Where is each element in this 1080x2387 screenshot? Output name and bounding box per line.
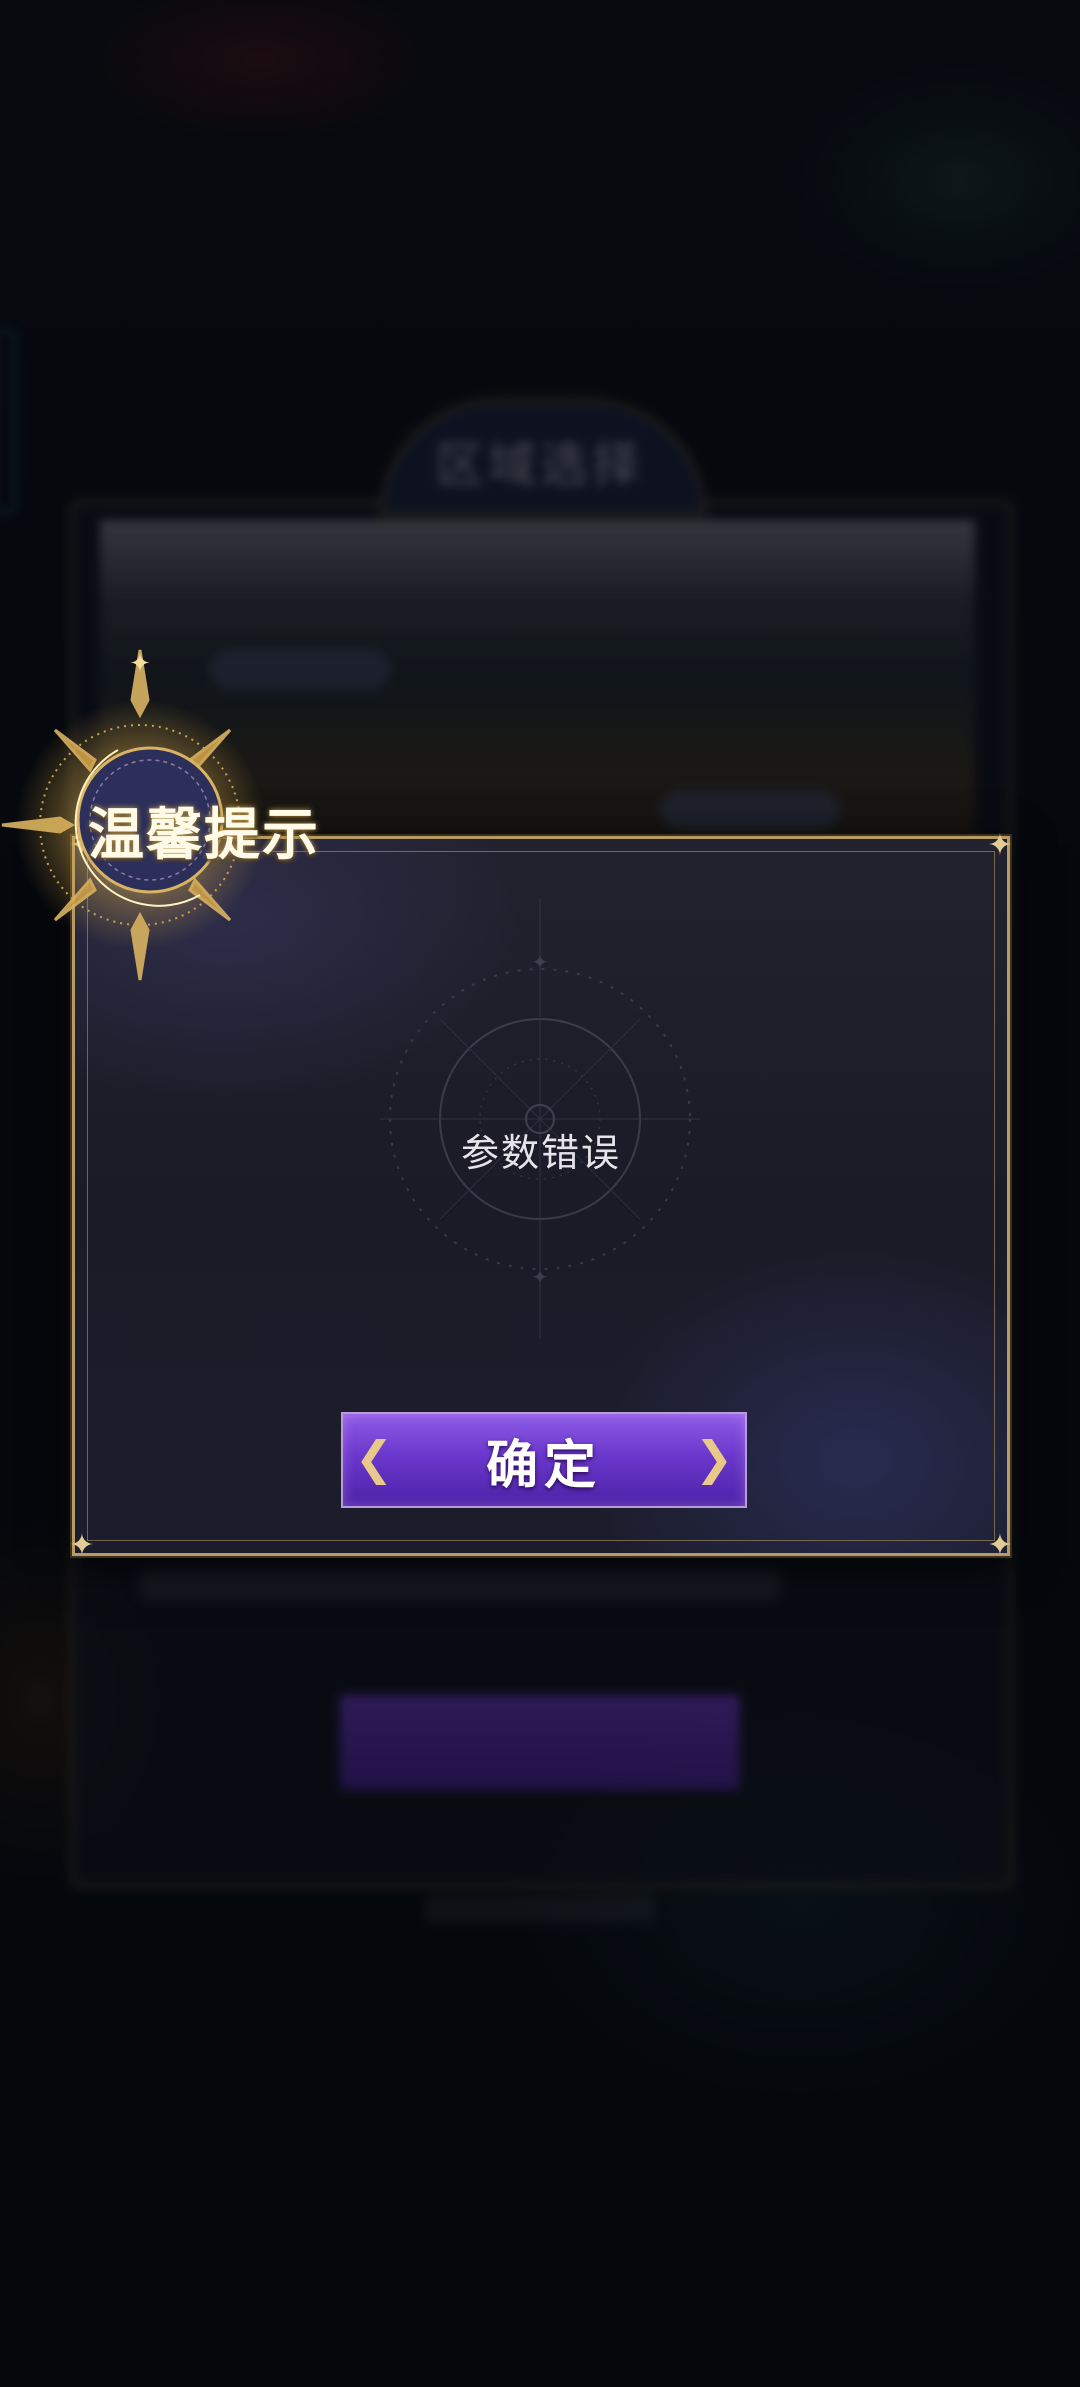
star-corner-icon: ✦ xyxy=(987,1528,1013,1563)
svg-text:✦: ✦ xyxy=(532,950,549,974)
game-screen: 区域选择 ✦ ✦ ✦ ✦ ✦ ✦ 参数错误 ❮ ❯ 确定 xyxy=(0,0,1080,2387)
confirm-button[interactable]: ❮ ❯ 确定 xyxy=(341,1412,747,1508)
star-corner-icon: ✦ xyxy=(987,828,1013,863)
star-corner-icon: ✦ xyxy=(69,1528,95,1563)
svg-text:✦: ✦ xyxy=(129,649,151,679)
confirm-label: 确定 xyxy=(485,1434,602,1496)
dialog-message: 参数错误 xyxy=(460,1131,621,1175)
dialog-title: 温馨提示 xyxy=(88,802,320,868)
compass-decoration-icon: ✦ ✦ xyxy=(380,899,700,1339)
svg-text:✦: ✦ xyxy=(532,1265,549,1289)
